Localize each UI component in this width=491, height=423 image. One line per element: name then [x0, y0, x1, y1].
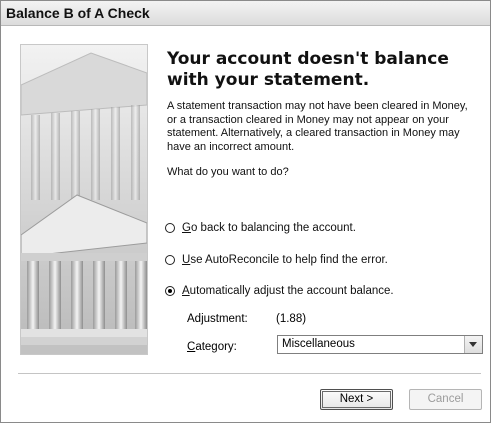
bank-building-illustration	[20, 44, 148, 355]
category-dropdown-button[interactable]	[464, 336, 482, 353]
chevron-down-icon	[469, 342, 477, 347]
adjustment-label: Adjustment:	[187, 313, 248, 325]
option-auto-adjust-label: Automatically adjust the account balance…	[182, 285, 394, 297]
button-separator	[18, 373, 481, 374]
next-button[interactable]: Next >	[320, 389, 393, 410]
window-title: Balance B of A Check	[6, 5, 150, 21]
option-autoreconcile[interactable]: Use AutoReconcile to help find the error…	[165, 252, 388, 268]
category-select[interactable]: Miscellaneous	[277, 335, 483, 354]
option-go-back[interactable]: Go back to balancing the account.	[165, 220, 356, 236]
option-autoreconcile-label: Use AutoReconcile to help find the error…	[182, 254, 388, 266]
cancel-button[interactable]: Cancel	[409, 389, 482, 410]
radio-go-back[interactable]	[165, 223, 175, 233]
title-bar: Balance B of A Check	[1, 1, 490, 26]
balance-dialog: Balance B of A Check Your account doesn'…	[0, 0, 491, 423]
option-auto-adjust[interactable]: Automatically adjust the account balance…	[165, 283, 394, 299]
category-select-value: Miscellaneous	[282, 338, 355, 350]
radio-auto-adjust[interactable]	[165, 286, 175, 296]
dialog-description: A statement transaction may not have bee…	[167, 100, 468, 153]
bank-illustration-svg	[21, 45, 147, 354]
question-label: What do you want to do?	[167, 166, 289, 178]
option-go-back-label: Go back to balancing the account.	[182, 222, 356, 234]
adjustment-value: (1.88)	[276, 313, 307, 325]
radio-autoreconcile[interactable]	[165, 255, 175, 265]
dialog-heading: Your account doesn't balance with your s…	[167, 49, 449, 90]
category-label: Category:	[187, 341, 237, 353]
